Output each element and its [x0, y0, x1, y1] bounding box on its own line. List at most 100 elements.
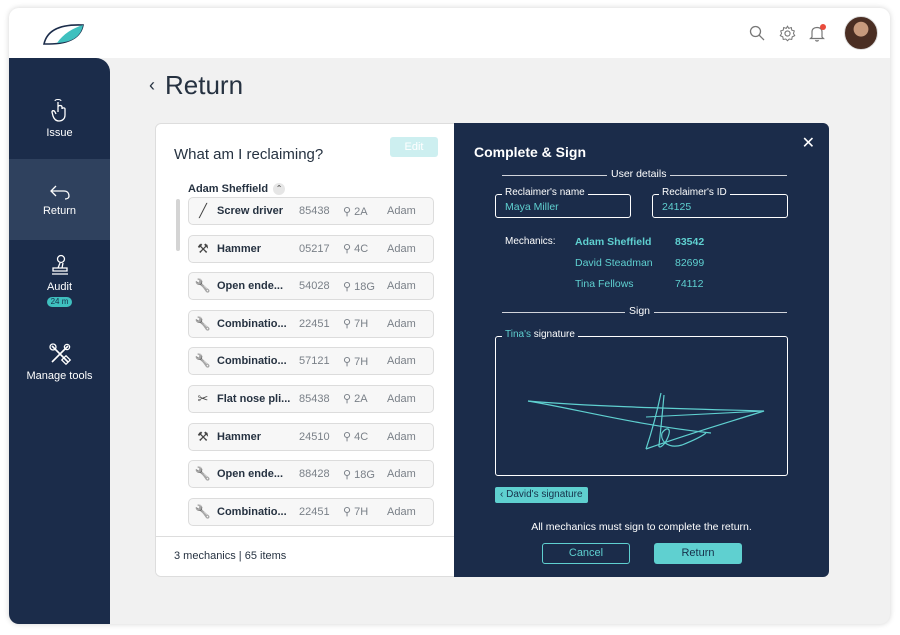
mechanic-name: Tina Fellows	[575, 278, 634, 290]
close-icon[interactable]: ✕	[802, 133, 815, 153]
mechanic-name: Adam Sheffield	[575, 236, 652, 248]
tools-icon	[48, 342, 71, 365]
pin-icon: ⚲	[343, 205, 355, 218]
mechanic-id: 74112	[675, 278, 704, 290]
gear-icon[interactable]	[778, 24, 796, 42]
location-value: 7H	[354, 506, 369, 519]
mechanic-row: Tina Fellows 74112	[575, 278, 703, 290]
pin-icon: ⚲	[343, 393, 355, 406]
tool-id: 57121	[299, 355, 330, 368]
tool-owner: Adam	[387, 355, 416, 368]
pin-icon: ⚲	[343, 468, 355, 481]
tool-id: 22451	[299, 317, 330, 330]
sidebar-item-audit[interactable]: Audit 24 m	[9, 240, 110, 321]
field-value: Maya Miller	[505, 201, 559, 213]
tool-location: ⚲ 4C	[343, 430, 387, 443]
bell-icon[interactable]	[808, 24, 826, 42]
pin-icon: ⚲	[343, 243, 355, 256]
sidebar: Issue Return Audit 24 m Manage tools	[9, 58, 110, 624]
tool-name: Combinatio...	[217, 505, 287, 518]
location-value: 4C	[354, 243, 369, 256]
field-label: Reclaimer's name	[502, 187, 588, 198]
signature-label: Tina's signature	[502, 329, 578, 340]
field-label: Reclaimer's ID	[659, 187, 730, 198]
tool-owner: Adam	[387, 505, 416, 518]
summary-footer: 3 mechanics | 65 items	[156, 536, 454, 576]
tool-owner: Adam	[387, 468, 416, 481]
mechanic-group-header[interactable]: Adam Sheffield ⌃	[188, 183, 286, 195]
tool-owner: Adam	[387, 205, 416, 217]
pin-icon: ⚲	[343, 506, 355, 519]
tool-owner: Adam	[387, 392, 416, 405]
chevron-left-icon[interactable]: ‹	[149, 75, 155, 96]
tool-name: Screw driver	[217, 205, 284, 217]
avatar[interactable]	[844, 16, 878, 50]
tool-row[interactable]: ⚒ Hammer 24510 ⚲ 4C Adam	[188, 422, 434, 451]
tool-id: 88428	[299, 468, 330, 481]
tool-location: ⚲ 7H	[343, 317, 387, 330]
signature-suffix: signature	[531, 329, 575, 340]
signature-pad[interactable]: Tina's signature	[495, 329, 788, 476]
tool-id: 85438	[299, 392, 330, 405]
previous-signature-button[interactable]: ‹ David's signature	[495, 487, 588, 503]
reclaimer-id-field[interactable]: Reclaimer's ID 24125	[652, 187, 788, 218]
signing-note: All mechanics must sign to complete the …	[531, 521, 752, 533]
pin-icon: ⚲	[343, 431, 355, 444]
tool-row[interactable]: 🔧 Combinatio... 22451 ⚲ 7H Adam	[188, 497, 434, 526]
sidebar-item-return[interactable]: Return	[9, 159, 110, 240]
tool-owner: Adam	[387, 430, 416, 443]
sidebar-item-label: Audit	[46, 281, 73, 293]
leaf-logo-icon[interactable]	[41, 22, 87, 46]
page-title: Return	[165, 70, 244, 100]
sidebar-item-manage-tools[interactable]: Manage tools	[9, 321, 110, 402]
pin-icon: ⚲	[343, 280, 355, 293]
tool-row[interactable]: 🔧 Open ende... 54028 ⚲ 18G Adam	[188, 272, 434, 301]
return-arrow-icon	[49, 185, 70, 200]
tool-owner: Adam	[387, 317, 416, 330]
mechanic-row: Adam Sheffield 83542	[575, 236, 704, 248]
tool-row[interactable]: ⚒ Hammer 05217 ⚲ 4C Adam	[188, 234, 434, 263]
tool-location: ⚲ 2A	[343, 392, 387, 405]
mechanic-group-name: Adam Sheffield	[188, 183, 269, 195]
screwdriver-icon: ╱	[199, 203, 207, 218]
location-value: 2A	[354, 393, 368, 406]
tool-row[interactable]: 🔧 Combinatio... 22451 ⚲ 7H Adam	[188, 309, 434, 338]
location-value: 2A	[354, 205, 368, 218]
hand-tap-icon	[50, 98, 66, 122]
tool-location: ⚲ 7H	[343, 505, 387, 518]
tool-name: Combinatio...	[217, 355, 287, 368]
pliers-icon: ✂	[197, 390, 209, 406]
return-button[interactable]: Return	[654, 543, 742, 564]
mechanic-row: David Steadman 82699	[575, 257, 704, 269]
cancel-button[interactable]: Cancel	[542, 543, 630, 564]
scrollbar[interactable]	[176, 199, 180, 251]
sidebar-item-label: Manage tools	[26, 369, 93, 382]
sidebar-item-issue[interactable]: Issue	[9, 78, 110, 159]
field-value: 24125	[662, 201, 692, 213]
search-icon[interactable]	[748, 24, 766, 42]
wrench-icon: 🔧	[194, 466, 212, 482]
location-value: 18G	[354, 280, 375, 293]
tool-row[interactable]: ✂ Flat nose pli... 85438 ⚲ 2A Adam	[188, 384, 434, 413]
location-value: 18G	[354, 468, 375, 481]
pin-icon: ⚲	[343, 318, 355, 331]
reclaim-list-panel: What am I reclaiming? Edit Adam Sheffiel…	[155, 123, 455, 577]
tool-name: Hammer	[217, 242, 262, 255]
tool-row[interactable]: 🔧 Open ende... 88428 ⚲ 18G Adam	[188, 460, 434, 489]
panel-title: Complete & Sign	[474, 144, 587, 160]
sidebar-item-label: Issue	[46, 126, 73, 139]
mechanic-name: David Steadman	[575, 257, 653, 269]
previous-signature-label: David's signature	[506, 489, 583, 500]
reclaimer-name-field[interactable]: Reclaimer's name Maya Miller	[495, 187, 631, 218]
tool-row[interactable]: ╱ Screw driver 85438 ⚲ 2A Adam	[188, 197, 434, 225]
top-bar	[9, 8, 890, 58]
edit-button[interactable]: Edit	[390, 137, 438, 157]
tool-name: Hammer	[217, 430, 262, 443]
location-value: 4C	[354, 431, 369, 444]
mechanic-id: 82699	[675, 257, 705, 269]
tool-id: 24510	[299, 430, 330, 443]
tool-row[interactable]: 🔧 Combinatio... 57121 ⚲ 7H Adam	[188, 347, 434, 376]
tool-owner: Adam	[387, 242, 416, 255]
collapse-icon[interactable]: ⌃	[273, 183, 286, 195]
stamp-icon	[51, 254, 68, 275]
